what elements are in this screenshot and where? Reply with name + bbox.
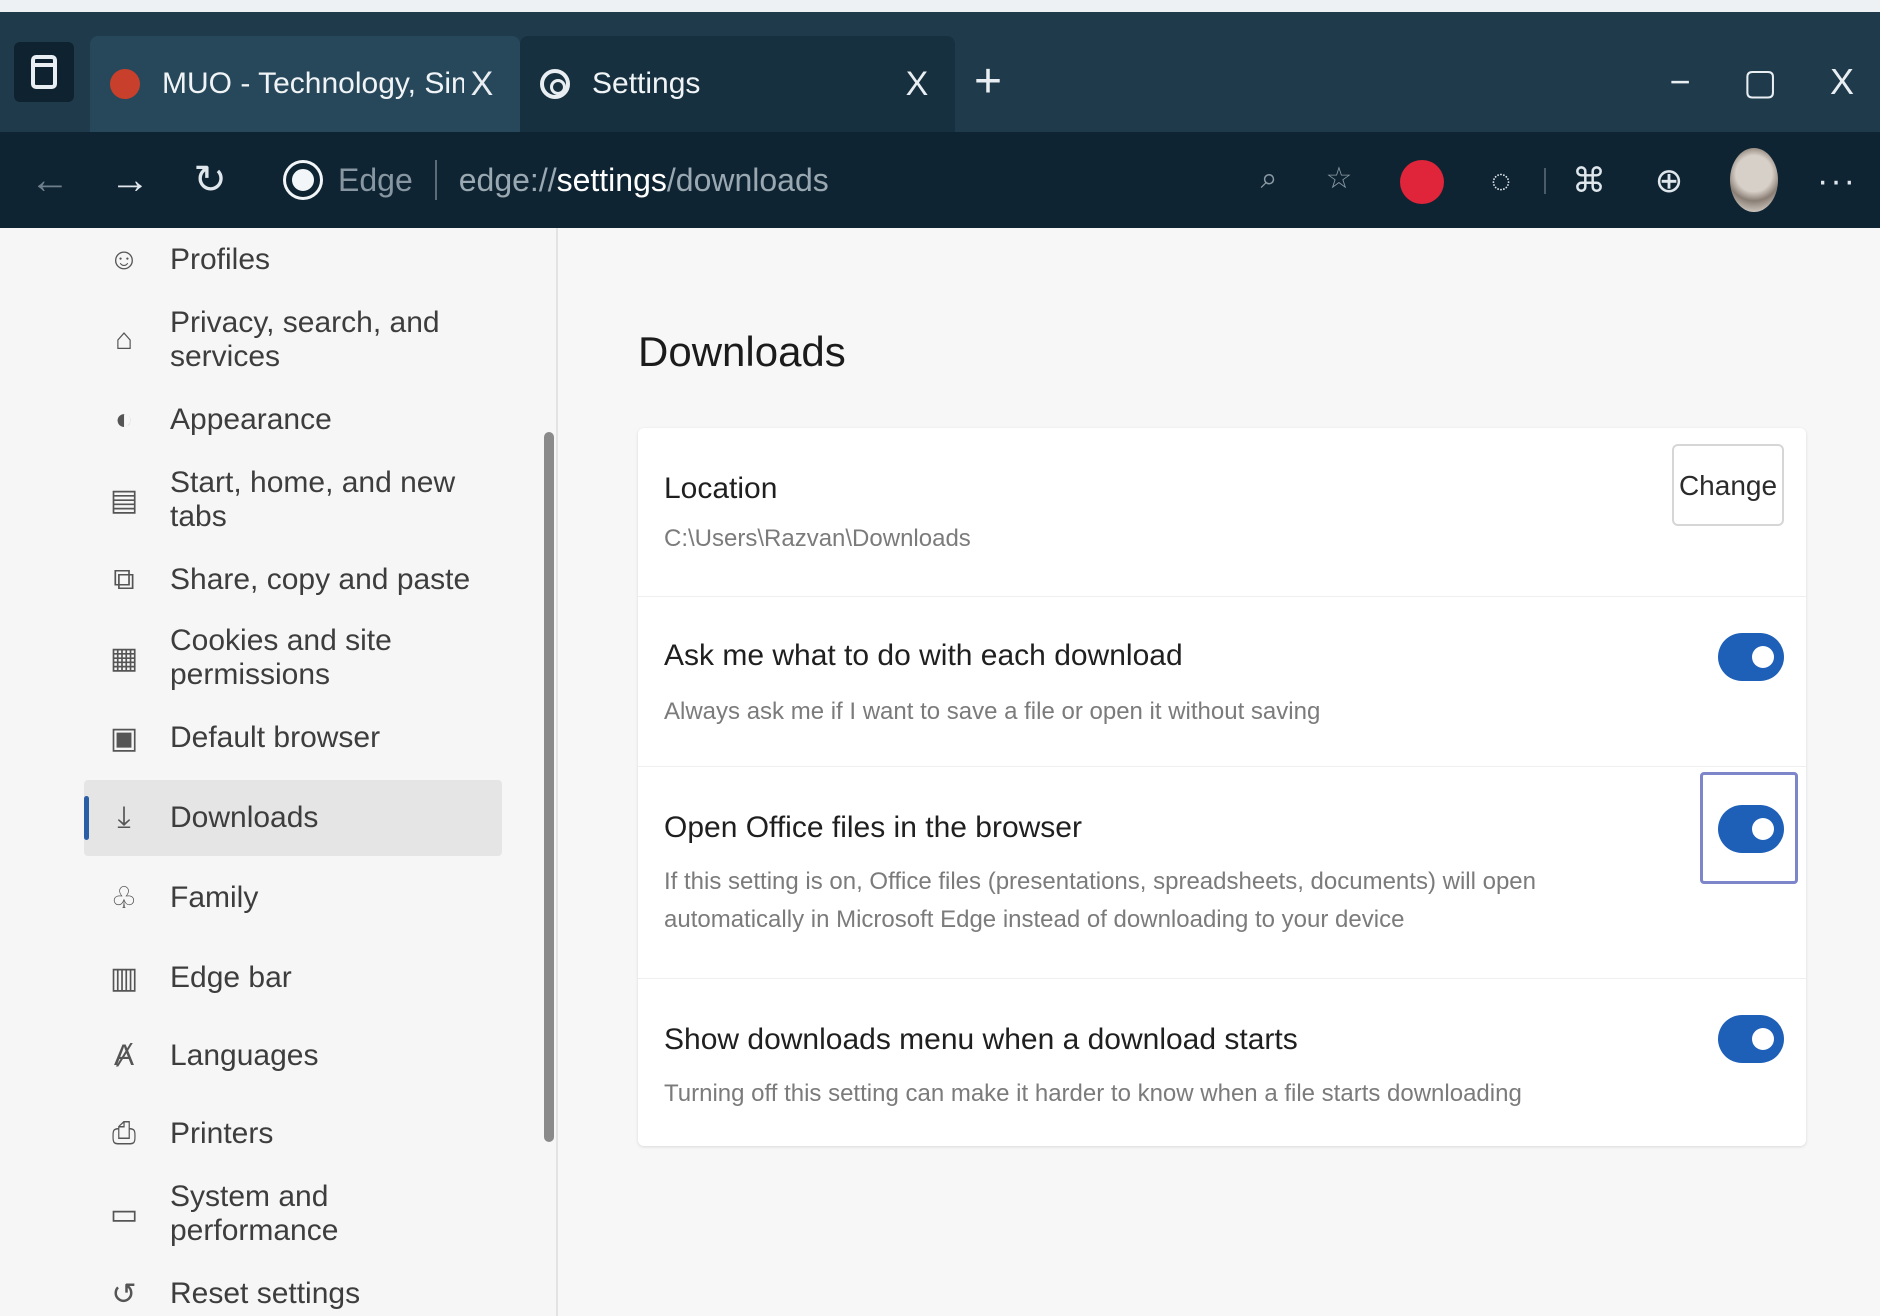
sidebar-item-label: System and performance [170,1180,339,1247]
sidebar-item-label: Cookies and site permissions [170,624,392,691]
muo-favicon-icon [110,69,140,99]
address-url[interactable]: edge://settings/downloads [459,162,829,199]
sidebar-item-privacy[interactable]: ⌂ Privacy, search, and services [84,302,502,378]
tab-actions-button[interactable] [14,42,74,102]
sidebar-item-label: Share, copy and paste [170,563,471,596]
profile-avatar[interactable] [1730,148,1778,212]
window-top-edge [0,0,1880,12]
sidebar-divider [556,228,558,1316]
setting-description: Turning off this setting can make it har… [664,1080,1522,1107]
sidebar-scrollbar[interactable] [544,432,554,1142]
sidebar-item-system[interactable]: ▭ System and performance [84,1176,502,1252]
back-button[interactable]: ← [20,150,80,210]
sidebar-item-downloads[interactable]: ⤓ Downloads [84,780,502,856]
downloads-settings-card: Location C:\Users\Razvan\Downloads Chang… [638,428,1806,1146]
toolbar-divider [1544,168,1546,194]
sidebar-item-label: Edge bar [170,961,292,994]
setting-row-ask-download: Ask me what to do with each download Alw… [638,596,1806,766]
tab-muo[interactable]: MUO - Technology, Simplified. X [90,36,520,132]
address-bar[interactable]: Edge edge://settings/downloads [270,146,1330,214]
tab-settings[interactable]: Settings X [520,36,955,132]
lock-icon: ⌂ [114,323,134,356]
close-window-button[interactable]: X [1812,52,1872,112]
sidebar-item-label: Privacy, search, and services [170,306,440,373]
language-icon: Ⱥ [113,1039,134,1072]
add-favorite-icon[interactable]: ☆ [1314,154,1364,204]
minimize-button[interactable]: − [1650,52,1710,112]
extension-adblock-icon[interactable] [1400,160,1444,204]
sidebar-item-label: Family [170,881,259,914]
sidebar-item-appearance[interactable]: ◐ Appearance [84,382,502,458]
ask-download-toggle[interactable] [1718,633,1784,681]
appearance-icon: ◐ [114,403,134,436]
address-bar-label: Edge [338,161,413,198]
sidebar-item-cookies[interactable]: ▦ Cookies and site permissions [84,620,502,696]
sidebar-item-label: Downloads [170,801,319,834]
setting-title: Show downloads menu when a download star… [664,1023,1298,1056]
sidebar-item-profiles[interactable]: ☺ Profiles [84,222,502,298]
sidebar-item-reset[interactable]: ↺ Reset settings [84,1256,502,1316]
more-menu-button[interactable]: ··· [1810,154,1864,208]
tab-close-icon[interactable]: X [464,65,500,104]
tab-title: MUO - Technology, Simplified. [162,67,464,100]
change-location-button[interactable]: Change [1672,444,1784,526]
extensions-puzzle-icon[interactable]: ⌘ [1562,154,1616,208]
sidebar-item-label: Printers [170,1117,274,1150]
forward-button[interactable]: → [100,150,160,210]
downloads-menu-toggle[interactable] [1718,1015,1784,1063]
tab-actions-icon [31,55,57,89]
sidebar-item-label: Start, home, and new tabs [170,466,456,533]
sidebar-item-start-home[interactable]: ▤ Start, home, and new tabs [84,462,502,538]
sidebar-item-label: Default browser [170,721,381,754]
setting-title: Open Office files in the browser [664,811,1082,844]
sidebar-item-printers[interactable]: ⎙ Printers [84,1096,502,1172]
sidebar-item-languages[interactable]: Ⱥ Languages [84,1018,502,1094]
tab-close-icon[interactable]: X [899,65,935,104]
maximize-button[interactable]: ▢ [1730,52,1790,112]
sidebar-item-label: Profiles [170,243,271,276]
browser-toolbar: ← → ↻ Edge edge://settings/downloads ⌕ ☆… [0,132,1880,228]
url-path: /downloads [666,161,829,198]
setting-description: Always ask me if I want to save a file o… [664,698,1321,725]
page-title: Downloads [638,328,846,375]
setting-row-office-files: Open Office files in the browser If this… [638,766,1806,978]
edge-logo-icon [286,163,320,197]
tab-strip: MUO - Technology, Simplified. X Settings… [0,12,1880,132]
download-icon: ⤓ [117,801,131,834]
sidebar-item-family[interactable]: ♧ Family [84,860,502,936]
tab-title: Settings [592,67,701,100]
sidebar-item-edge-bar[interactable]: ▥ Edge bar [84,940,502,1016]
toggle-focus-ring [1700,772,1798,884]
reload-button[interactable]: ↻ [180,150,240,210]
setting-description: If this setting is on, Office files (pre… [664,868,1536,933]
location-row: Location C:\Users\Razvan\Downloads Chang… [638,428,1806,596]
sidebar-item-label: Languages [170,1039,319,1072]
collections-icon[interactable]: ⊕ [1642,154,1696,208]
zoom-icon[interactable]: ⌕ [1244,154,1294,204]
location-title: Location [664,472,778,505]
browser-icon: ▣ [109,721,139,755]
url-prefix: edge:// [458,161,557,198]
gear-icon [540,69,570,99]
profile-icon: ☺ [108,243,140,276]
sidebar-item-share[interactable]: ⧉ Share, copy and paste [84,542,502,618]
reset-icon: ↺ [111,1277,137,1311]
family-icon: ♧ [110,881,138,915]
home-icon: ▤ [109,483,139,517]
edge-bar-icon: ▥ [109,961,139,995]
extension-icon[interactable]: ◌ [1474,154,1528,208]
cookie-icon: ▦ [109,641,139,675]
sidebar-item-default-browser[interactable]: ▣ Default browser [84,700,502,776]
system-icon: ▭ [109,1197,139,1231]
sidebar-item-label: Reset settings [170,1277,361,1310]
url-host: settings [556,161,667,198]
new-tab-button[interactable]: + [964,58,1012,108]
setting-row-downloads-menu: Show downloads menu when a download star… [638,978,1806,1146]
setting-title: Ask me what to do with each download [664,639,1183,672]
address-bar-divider [434,160,437,200]
printer-icon: ⎙ [112,1117,136,1150]
location-path: C:\Users\Razvan\Downloads [664,525,971,552]
share-icon: ⧉ [113,563,135,596]
sidebar-item-label: Appearance [170,403,332,436]
